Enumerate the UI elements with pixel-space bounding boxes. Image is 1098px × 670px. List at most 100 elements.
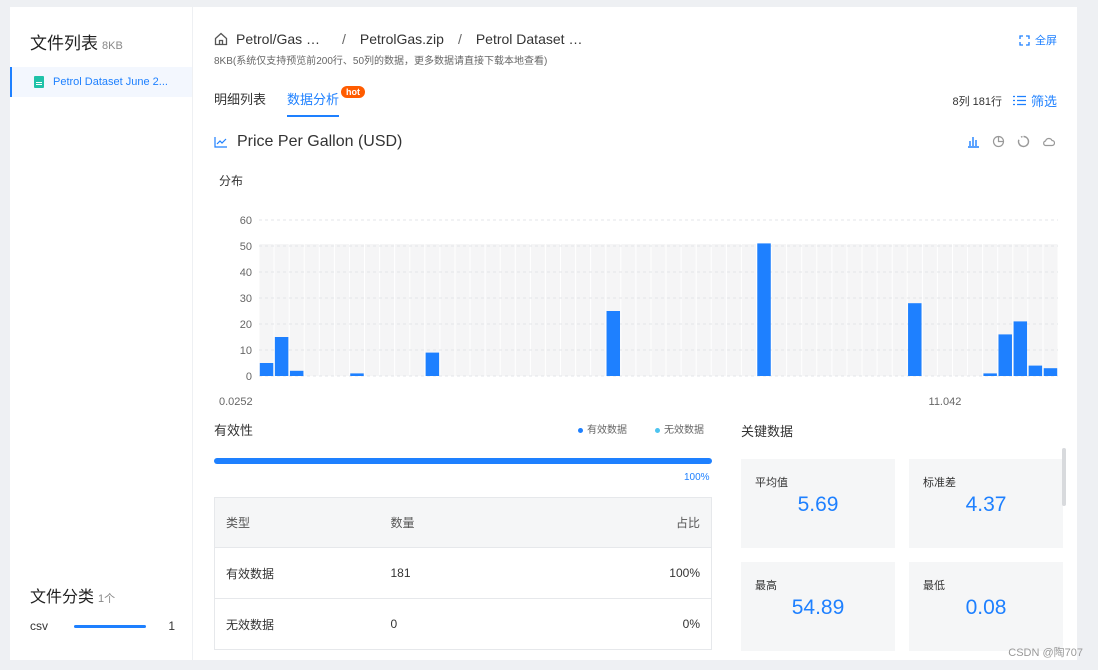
chart-background-band — [334, 244, 349, 376]
breadcrumb-item[interactable]: PetrolGas.zip — [360, 31, 444, 47]
file-icon — [34, 76, 44, 88]
chart-background-band — [636, 244, 651, 376]
chart-background-band — [968, 244, 983, 376]
column-header: 类型 — [214, 497, 380, 548]
histogram-bar — [998, 334, 1012, 376]
chart-background-band — [862, 244, 877, 376]
file-category-title: 文件分类 1个 — [30, 589, 116, 606]
filter-label: 筛选 — [1030, 94, 1057, 109]
key-stats-title: 关键数据 — [741, 424, 794, 439]
category-label: csv — [30, 619, 48, 633]
chart-background-band — [983, 244, 998, 376]
stat-value: 4.37 — [965, 493, 1007, 516]
pie-chart-icon[interactable] — [992, 135, 1005, 148]
chart-background-band — [787, 244, 802, 376]
chart-background-band — [440, 244, 455, 376]
chart-background-band — [666, 244, 681, 376]
category-bar — [74, 624, 146, 628]
legend-dot — [578, 427, 583, 433]
column-header: 数量 — [379, 497, 534, 548]
ring-chart-icon[interactable] — [1017, 135, 1030, 148]
field-title: Price Per Gallon (USD) — [214, 133, 402, 151]
chart-background-band — [395, 244, 410, 376]
chart-background-band — [380, 244, 395, 376]
chart-background-band — [485, 244, 500, 376]
legend-item-valid: 有效数据 — [578, 421, 627, 436]
preview-note: 8KB(系统仅支持预览前200行、50列的数据，更多数据请直接下载本地查看) — [214, 56, 548, 67]
main-panel: Petrol/Gas 全球油价... / PetrolGas.zip / Pet… — [193, 7, 1077, 660]
histogram-bar — [1043, 368, 1058, 376]
breadcrumb-item[interactable]: Petrol/Gas 全球油价... — [236, 29, 328, 49]
chart-background-band — [726, 244, 741, 376]
chart-background-band — [952, 244, 968, 376]
stat-value: 0.08 — [965, 596, 1007, 619]
chart-background-band — [937, 244, 952, 376]
cloud-chart-icon[interactable] — [1042, 135, 1055, 148]
y-tick-label: 50 — [240, 241, 252, 253]
breadcrumb: Petrol/Gas 全球油价... / PetrolGas.zip / Pet… — [214, 29, 584, 49]
y-tick-label: 30 — [240, 293, 252, 305]
validity-progress-bar — [214, 458, 712, 464]
y-tick-label: 40 — [240, 267, 252, 279]
stat-card-min: 最低 0.08 — [909, 562, 1063, 651]
watermark: CSDN @陶707 — [1008, 647, 1083, 659]
y-tick-label: 0 — [246, 371, 252, 383]
file-item[interactable]: Petrol Dataset June 2... — [10, 67, 192, 97]
validity-table: 类型 数量 占比 有效数据 181 100% 无效数据 0 0% — [214, 497, 712, 650]
chart-background-band — [892, 244, 907, 376]
tab-data-analysis[interactable]: 数据分析 hot — [287, 86, 366, 117]
y-tick-label: 10 — [240, 345, 252, 357]
bar-chart-icon[interactable] — [967, 135, 980, 148]
histogram-bar — [259, 363, 274, 376]
table-cell: 181 — [379, 547, 534, 599]
stat-label: 最低 — [923, 580, 945, 592]
chart-background-band — [591, 244, 606, 376]
stats-scrollbar[interactable] — [1062, 448, 1066, 506]
line-chart-icon — [214, 137, 227, 148]
fullscreen-icon — [1019, 34, 1030, 46]
chart-background-band — [621, 244, 636, 376]
histogram-bar — [274, 337, 289, 376]
breadcrumb-item: Petrol Dataset June 2... — [475, 31, 584, 47]
histogram-bar — [908, 303, 922, 376]
x-tick-label: 0.0252 — [219, 396, 253, 407]
histogram-bar — [606, 311, 621, 376]
chart-background-band — [1043, 244, 1058, 376]
stat-card-std: 标准差 4.37 — [909, 459, 1063, 548]
chart-background-band — [304, 244, 319, 376]
chart-background-band — [1028, 244, 1043, 376]
chart-background-band — [259, 244, 274, 376]
chart-background-band — [530, 244, 545, 376]
distribution-chart: 0 10 20 30 40 50 60 0.0252 11.042 — [219, 215, 1058, 407]
chart-background-band — [365, 244, 380, 376]
chart-background-band — [576, 244, 591, 376]
chart-background-band — [817, 244, 832, 376]
chart-background-band — [847, 244, 862, 376]
fullscreen-button[interactable]: 全屏 — [1019, 32, 1057, 48]
dimension-count: 8列 181行 — [952, 95, 1002, 108]
table-cell: 无效数据 — [214, 598, 380, 650]
chart-background-band — [455, 244, 470, 376]
fullscreen-label: 全屏 — [1035, 35, 1057, 47]
table-meta: 8列 181行 筛选 — [952, 91, 1057, 110]
histogram-bar — [425, 352, 440, 376]
file-list-size: 8KB — [102, 40, 123, 52]
stat-card-max: 最高 54.89 — [741, 562, 895, 651]
y-tick-label: 60 — [240, 215, 252, 227]
tab-detail-list[interactable]: 明细列表 — [214, 89, 266, 117]
category-item-csv[interactable]: csv 1 — [30, 618, 175, 634]
legend-item-invalid: 无效数据 — [655, 421, 704, 436]
chart-background-band — [696, 244, 711, 376]
chart-background-band — [651, 244, 666, 376]
view-tabs: 明细列表 数据分析 hot — [214, 86, 366, 117]
home-icon[interactable] — [214, 32, 228, 46]
file-category-count: 1个 — [98, 593, 116, 605]
chart-background-band — [319, 244, 334, 376]
histogram-bar — [983, 373, 997, 376]
list-icon — [1012, 95, 1026, 106]
filter-button[interactable]: 筛选 — [1012, 91, 1057, 110]
histogram-bar — [1028, 365, 1043, 376]
stat-label: 标准差 — [923, 477, 956, 489]
hot-badge: hot — [341, 86, 366, 98]
y-tick-label: 20 — [240, 319, 252, 331]
